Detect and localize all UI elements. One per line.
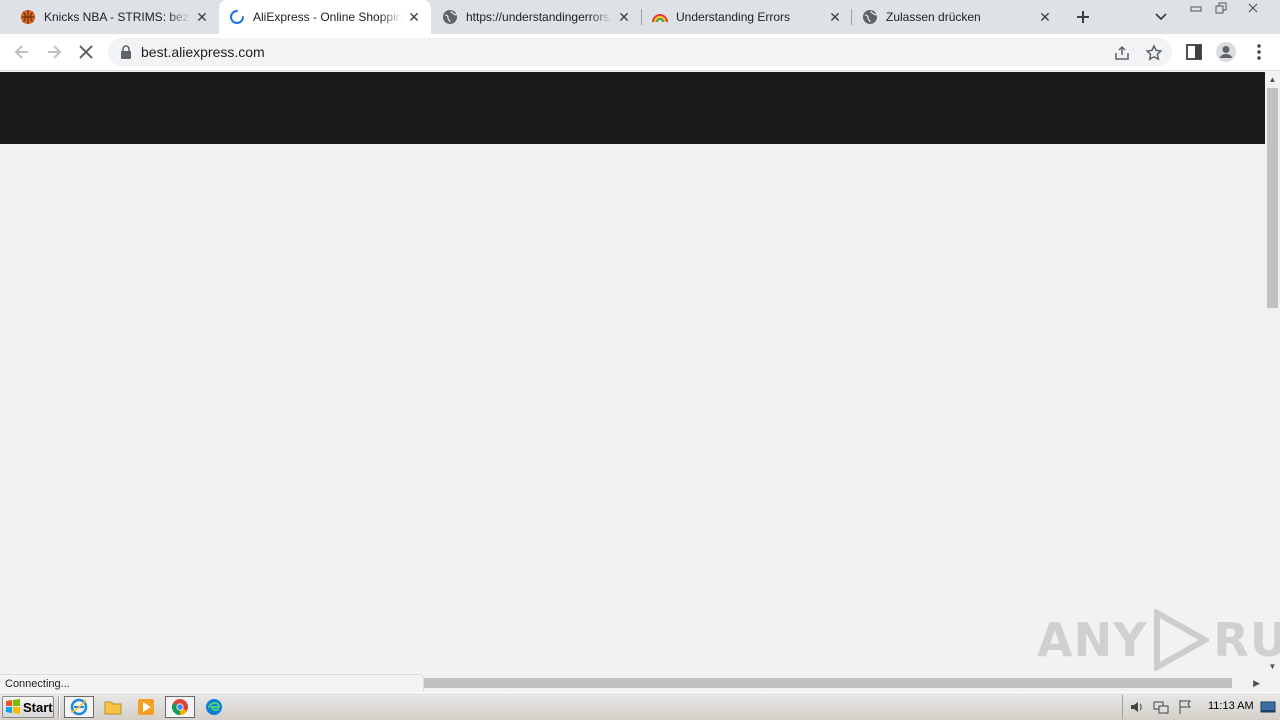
media-player-icon [138,699,154,715]
screen: Knicks NBA - STRIMS: bezpłatn ✕ AliExpre… [0,0,1280,720]
speaker-icon[interactable] [1129,699,1145,715]
tab-strip: Knicks NBA - STRIMS: bezpłatn ✕ AliExpre… [0,0,1280,34]
close-window-button[interactable] [1240,0,1266,16]
tab-title: https://understandingerrors.c [466,10,612,24]
close-icon [1248,3,1258,13]
tab-aliexpress[interactable]: AliExpress - Online Shopping fo ✕ [219,0,431,34]
site-header-bar [0,72,1265,144]
taskbar-edge[interactable] [199,696,229,718]
arrow-right-icon [48,45,62,59]
profile-avatar-icon[interactable] [1215,41,1237,63]
lock-icon[interactable] [120,45,132,59]
basketball-icon [21,10,35,24]
tab-zulassen[interactable]: Zulassen drücken ✕ [852,0,1062,34]
windows-logo-icon [6,699,20,714]
windows-taskbar: Start 11:13 AM [0,692,1280,720]
minimize-icon [1190,6,1202,12]
close-icon[interactable]: ✕ [194,9,210,25]
more-menu-icon[interactable] [1249,42,1269,62]
new-tab-button[interactable] [1073,7,1093,27]
internet-explorer-icon [70,698,88,716]
restore-icon [1215,2,1227,14]
anyrun-watermark: ANY RUN [1037,608,1280,672]
tab-title: Zulassen drücken [886,10,981,24]
tab-understandingerrors-url[interactable]: https://understandingerrors.c ✕ [431,0,641,34]
back-button[interactable] [10,40,34,64]
url-text[interactable]: best.aliexpress.com [141,44,265,60]
close-icon [79,45,93,59]
scrollbar-thumb[interactable] [424,678,1232,688]
watermark-text-right: RUN [1213,613,1280,667]
horizontal-scrollbar[interactable]: ▶ [424,676,1265,690]
close-icon[interactable]: ✕ [827,9,843,25]
stop-loading-button[interactable] [74,40,98,64]
close-icon[interactable]: ✕ [616,9,632,25]
watermark-text-left: ANY [1037,613,1148,667]
restore-button[interactable] [1208,0,1234,16]
scroll-right-arrow-icon[interactable]: ▶ [1253,678,1260,689]
browser-toolbar: best.aliexpress.com [0,34,1280,71]
chevron-down-icon[interactable] [1151,8,1171,26]
start-label: Start [23,699,53,715]
network-icon[interactable] [1153,699,1169,715]
tab-title: AliExpress - Online Shopping fo [253,10,402,24]
tab-knicks[interactable]: Knicks NBA - STRIMS: bezpłatn ✕ [0,0,219,34]
edge-icon [206,699,222,715]
taskbar-ie[interactable] [64,696,94,718]
vertical-scrollbar[interactable]: ▲ ▼ [1265,72,1280,674]
tab-title: Knicks NBA - STRIMS: bezpłatn [44,10,190,24]
start-button[interactable]: Start [2,696,54,718]
share-icon[interactable] [1113,44,1131,62]
taskbar-separator [58,696,60,718]
taskbar-media-player[interactable] [131,696,161,718]
globe-icon [443,10,458,24]
system-tray: 11:13 AM [1122,695,1280,719]
side-panel-icon[interactable] [1184,42,1204,62]
address-bar[interactable]: best.aliexpress.com [108,38,1172,66]
close-icon[interactable]: ✕ [1037,9,1053,25]
close-icon[interactable]: ✕ [406,9,422,25]
tab-title: Understanding Errors [676,10,791,24]
folder-icon [104,701,122,715]
star-icon[interactable] [1145,44,1163,62]
forward-button[interactable] [42,40,66,64]
loading-spinner-icon [230,10,244,24]
page-content [0,72,1265,674]
taskbar-chrome[interactable] [165,696,195,718]
taskbar-explorer[interactable] [98,696,128,718]
chrome-icon [172,699,188,715]
scroll-up-arrow-icon[interactable]: ▲ [1268,75,1277,84]
plus-icon [1077,11,1089,23]
play-logo-icon [1154,609,1210,671]
rainbow-icon [652,14,668,23]
scrollbar-thumb[interactable] [1267,88,1278,308]
arrow-left-icon [14,45,28,59]
show-desktop-icon[interactable] [1260,699,1276,715]
system-clock[interactable]: 11:13 AM [1208,700,1254,712]
tab-understanding-errors[interactable]: Understanding Errors ✕ [642,0,852,34]
minimize-button[interactable] [1183,0,1209,16]
globe-icon [863,10,878,24]
action-center-flag-icon[interactable] [1177,699,1193,715]
status-bubble: Connecting... [0,674,424,692]
